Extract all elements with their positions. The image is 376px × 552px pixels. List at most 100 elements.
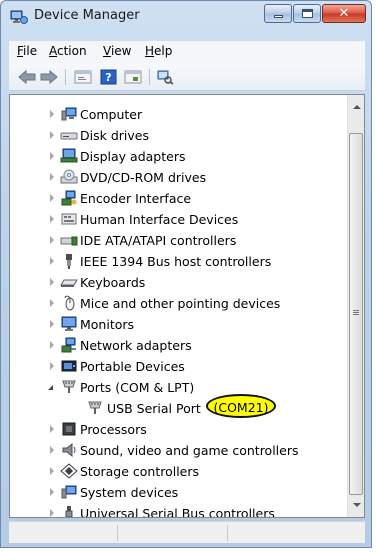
menu-bar: File Action View Help: [9, 41, 365, 63]
display-adapter-icon: [60, 148, 78, 163]
tree-item-display-adapters[interactable]: Display adapters: [10, 146, 340, 166]
toolbar: ?: [9, 63, 365, 91]
tree-item-human-interface-devices[interactable]: Human Interface Devices: [10, 209, 340, 229]
tree-item-mice[interactable]: Mice and other pointing devices: [10, 293, 340, 313]
vertical-scrollbar[interactable]: [347, 95, 364, 517]
expand-arrow-icon[interactable]: [50, 425, 54, 433]
network-device-icon: [61, 190, 77, 206]
port-icon: [88, 401, 102, 414]
speaker-icon: [62, 442, 76, 458]
status-divider: [227, 525, 228, 541]
storage-controller-icon: [60, 463, 78, 479]
expand-arrow-icon[interactable]: [50, 509, 54, 517]
tree-item-encoder-interface[interactable]: Encoder Interface: [10, 188, 340, 208]
close-button[interactable]: ✕: [322, 4, 366, 23]
device-tree[interactable]: Computer Disk drives Display adapters DV…: [9, 94, 365, 518]
expand-arrow-icon[interactable]: [50, 278, 54, 286]
tree-item-label: Human Interface Devices: [80, 212, 239, 227]
expand-arrow-icon[interactable]: [50, 467, 54, 475]
tree-item-processors[interactable]: Processors: [10, 419, 340, 439]
tree-item-label: Processors: [80, 422, 147, 437]
tree-item-network-adapters[interactable]: Network adapters: [10, 335, 340, 355]
keyboard-icon: [60, 279, 78, 287]
update-driver-icon[interactable]: [123, 69, 143, 85]
tree-item-keyboards[interactable]: Keyboards: [10, 272, 340, 292]
tree-item-ide-controllers[interactable]: IDE ATA/ATAPI controllers: [10, 230, 340, 250]
expand-arrow-icon[interactable]: [50, 320, 54, 328]
ieee1394-icon: [66, 254, 72, 269]
expand-arrow-icon[interactable]: [50, 236, 54, 244]
title-bar[interactable]: Device Manager ✕: [1, 1, 371, 31]
back-icon[interactable]: [17, 69, 37, 85]
properties-icon[interactable]: [73, 69, 93, 85]
tree-item-label: IEEE 1394 Bus host controllers: [80, 254, 272, 269]
expand-arrow-icon[interactable]: [50, 299, 54, 307]
tree-item-storage-controllers[interactable]: Storage controllers: [10, 461, 340, 481]
menu-help[interactable]: Help: [145, 44, 172, 58]
expand-arrow-icon[interactable]: [50, 194, 54, 202]
tree-item-dvd-drives[interactable]: DVD/CD-ROM drives: [10, 167, 340, 187]
expand-arrow-icon[interactable]: [50, 152, 54, 160]
svg-text:?: ?: [105, 71, 111, 84]
expand-arrow-icon[interactable]: [50, 173, 54, 181]
tree-item-system-devices[interactable]: System devices: [10, 482, 340, 502]
tree-item-label: Display adapters: [80, 149, 186, 164]
minimize-icon: [274, 15, 283, 18]
forward-icon[interactable]: [39, 69, 59, 85]
processor-icon: [62, 422, 76, 436]
menu-file[interactable]: File: [17, 44, 37, 58]
menu-view[interactable]: View: [103, 44, 131, 58]
tree-item-label: DVD/CD-ROM drives: [80, 170, 207, 185]
ide-controller-icon: [60, 236, 78, 246]
tree-item-label: Encoder Interface: [80, 191, 192, 206]
expand-arrow-icon[interactable]: [50, 257, 54, 265]
tree-item-ports[interactable]: Ports (COM & LPT): [10, 377, 340, 397]
tree-item-sound-video-game[interactable]: Sound, video and game controllers: [10, 440, 340, 460]
tree-item-label: Disk drives: [80, 128, 149, 143]
device-manager-window: Device Manager ✕ File Action View Help ?: [0, 0, 372, 548]
menu-action[interactable]: Action: [49, 44, 87, 58]
computer-icon: [61, 107, 77, 121]
portable-device-icon: [61, 360, 77, 372]
window-title: Device Manager: [34, 8, 140, 23]
expand-arrow-icon[interactable]: [50, 362, 54, 370]
tree-item-label: Ports (COM & LPT): [80, 380, 195, 395]
scan-hardware-icon[interactable]: [155, 69, 175, 85]
disk-drive-icon: [60, 132, 78, 140]
expand-arrow-icon[interactable]: [50, 131, 54, 139]
tree-item-label: Universal Serial Bus controllers: [80, 506, 275, 518]
system-device-icon: [61, 485, 77, 499]
tree-item-monitors[interactable]: Monitors: [10, 314, 340, 334]
expand-arrow-icon[interactable]: [50, 110, 54, 118]
tree-item-ieee1394[interactable]: IEEE 1394 Bus host controllers: [10, 251, 340, 271]
tree-item-portable-devices[interactable]: Portable Devices: [10, 356, 340, 376]
tree-item-disk-drives[interactable]: Disk drives: [10, 125, 340, 145]
collapse-arrow-icon[interactable]: [48, 385, 53, 390]
grip-icon: [353, 310, 359, 311]
scroll-down-icon[interactable]: [353, 503, 361, 507]
help-icon[interactable]: ?: [99, 69, 119, 85]
tree-item-label: Storage controllers: [80, 464, 200, 479]
usb-icon: [65, 506, 73, 517]
maximize-icon: [302, 9, 313, 18]
expand-arrow-icon[interactable]: [50, 341, 54, 349]
toolbar-separator: [149, 69, 150, 85]
expand-arrow-icon[interactable]: [50, 446, 54, 454]
tree-item-label: USB Serial Port: [107, 401, 201, 416]
tree-item-label: System devices: [80, 485, 179, 500]
toolbar-separator: [65, 69, 66, 85]
tree-item-label: Computer: [80, 107, 143, 122]
tree-item-usb-controllers[interactable]: Universal Serial Bus controllers: [10, 503, 340, 518]
scroll-up-icon[interactable]: [353, 105, 361, 109]
expand-arrow-icon[interactable]: [50, 215, 54, 223]
tree-item-label: Mice and other pointing devices: [80, 296, 281, 311]
minimize-button[interactable]: [264, 4, 292, 23]
maximize-button[interactable]: [293, 4, 321, 23]
tree-item-computer[interactable]: Computer: [10, 104, 340, 124]
status-divider: [117, 525, 118, 541]
expand-arrow-icon[interactable]: [50, 488, 54, 496]
com-port-highlight: (COM21): [206, 394, 276, 418]
scrollbar-thumb[interactable]: [349, 133, 363, 495]
tree-item-usb-serial-port[interactable]: USB Serial Port: [10, 398, 340, 418]
close-icon: ✕: [338, 6, 350, 21]
